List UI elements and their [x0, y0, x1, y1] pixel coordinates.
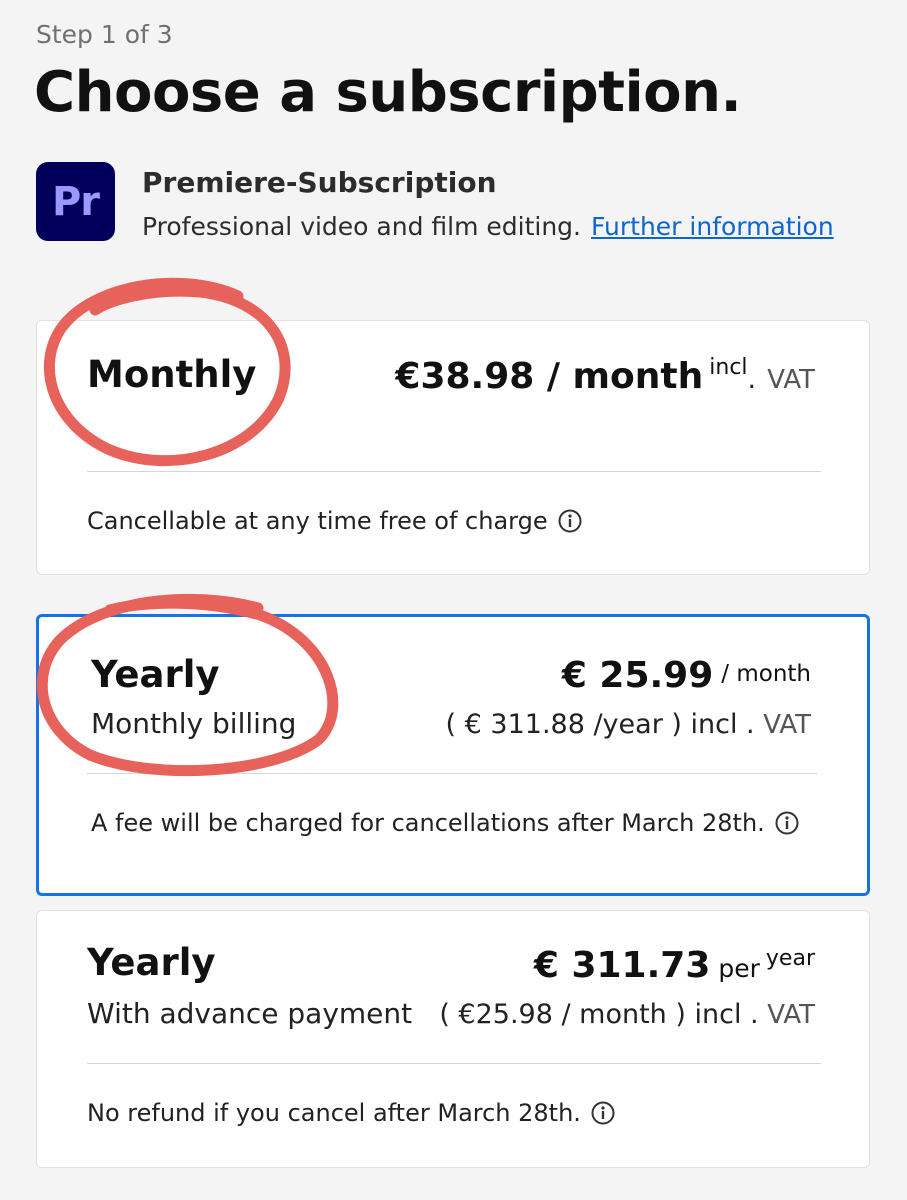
price-incl-dot: . — [747, 364, 757, 395]
plan-subtitle: With advance payment — [87, 997, 413, 1030]
further-information-link[interactable]: Further information — [591, 212, 834, 241]
plan-note: Cancellable at any time free of charge — [87, 507, 582, 535]
card-divider — [87, 773, 817, 774]
plan-card-yearly-advance-payment[interactable]: Yearly With advance payment € 311.73 per y… — [36, 910, 870, 1168]
card-divider — [87, 1063, 821, 1064]
yearly-total-incl: ) incl . — [662, 709, 755, 740]
info-icon[interactable] — [591, 1101, 615, 1125]
yearly-total-amount: ( € 311.88 /year — [445, 709, 663, 740]
app-icon-label: Pr — [51, 178, 100, 225]
price-period: / month — [721, 661, 811, 687]
plan-monthly-equivalent: ( €25.98 / month ) incl . VAT — [439, 999, 815, 1030]
product-description-text: Professional video and film editing. — [142, 212, 582, 241]
price-vat: VAT — [767, 365, 815, 395]
plan-name: Monthly — [87, 353, 257, 396]
monthly-equivalent-incl: ) incl . — [666, 999, 759, 1030]
plan-price: € 25.99 / month — [562, 655, 811, 696]
monthly-equivalent-amount: ( €25.98 / month — [439, 999, 667, 1030]
plan-card-yearly-monthly-billing[interactable]: Yearly Monthly billing € 25.99 / month ( … — [36, 614, 870, 896]
product-description: Professional video and film editing. Furt… — [142, 212, 834, 241]
price-amount: €38.98 / month — [395, 356, 704, 397]
plan-yearly-total: ( € 311.88 /year ) incl . VAT — [446, 709, 811, 740]
page-title: Choose a subscription. — [34, 60, 742, 125]
info-icon[interactable] — [775, 811, 799, 835]
price-amount: € 311.73 — [533, 945, 711, 986]
price-vat: VAT — [767, 1000, 815, 1030]
plan-subtitle: Monthly billing — [91, 707, 297, 740]
product-info: Pr Premiere-Subscription Professional vi… — [36, 162, 876, 242]
price-amount: € 25.99 — [561, 655, 714, 696]
plan-name: Yearly — [91, 653, 220, 696]
plan-note-text: No refund if you cancel after March 28th… — [87, 1099, 581, 1127]
plan-name: Yearly — [87, 941, 216, 984]
price-incl: incl — [709, 355, 748, 380]
step-indicator: Step 1 of 3 — [36, 20, 173, 49]
plan-note-text: Cancellable at any time free of charge — [87, 507, 548, 535]
plan-price: €38.98 / month incl. VAT — [395, 355, 815, 397]
plan-price: € 311.73 per year — [534, 945, 815, 986]
price-vat: VAT — [763, 710, 811, 740]
price-per-year: year — [765, 946, 815, 971]
premiere-app-icon: Pr — [36, 162, 115, 241]
plan-card-monthly[interactable]: Monthly €38.98 / month incl. VAT Cancella… — [36, 320, 870, 575]
info-icon[interactable] — [558, 509, 582, 533]
price-per: per — [718, 954, 760, 983]
plan-note: No refund if you cancel after March 28th… — [87, 1099, 615, 1127]
plan-note: A fee will be charged for cancellations … — [91, 809, 799, 837]
plan-note-text: A fee will be charged for cancellations … — [91, 809, 765, 837]
product-name: Premiere-Subscription — [142, 166, 497, 199]
card-divider — [87, 471, 821, 472]
